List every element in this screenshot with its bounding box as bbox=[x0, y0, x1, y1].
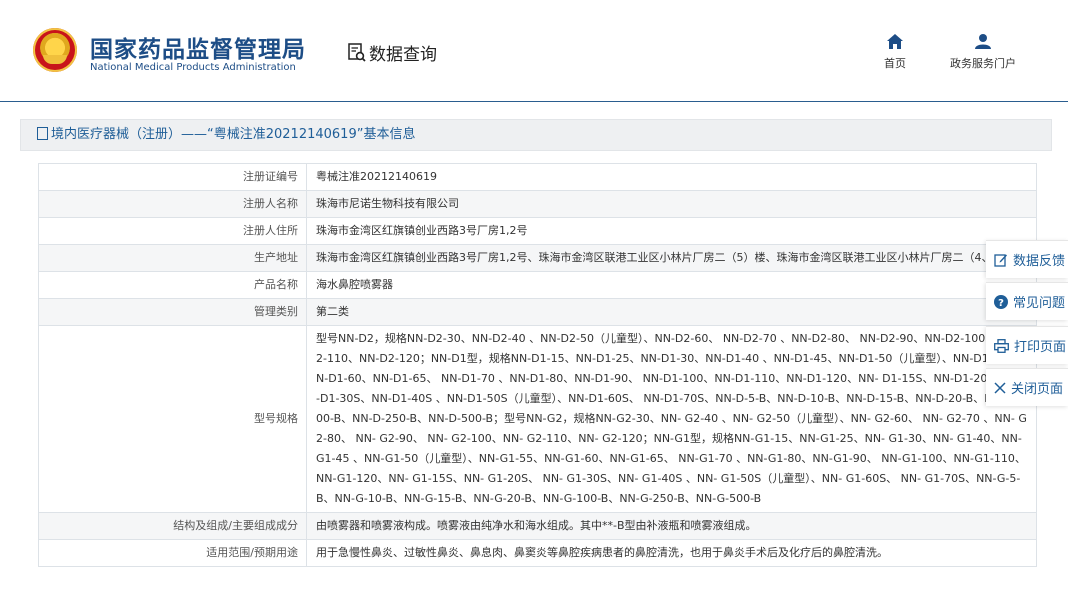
user-icon bbox=[975, 34, 991, 49]
section-label: 数据查询 bbox=[369, 45, 437, 65]
site-header: 国家药品监督管理局 National Medical Products Admi… bbox=[0, 0, 1068, 102]
row-label: 型号规格 bbox=[38, 325, 307, 513]
data-query-icon bbox=[348, 43, 366, 62]
row-label: 注册人住所 bbox=[38, 217, 307, 245]
faq-label: 常见问题 bbox=[1013, 296, 1066, 311]
document-icon bbox=[37, 127, 48, 140]
edit-icon bbox=[994, 253, 1008, 267]
row-value: 第二类 bbox=[306, 298, 1037, 326]
nav-home[interactable]: 首页 bbox=[881, 34, 909, 71]
national-emblem-logo[interactable] bbox=[33, 28, 77, 72]
table-row: 适用范围/预期用途 用于急慢性鼻炎、过敏性鼻炎、鼻息肉、鼻窦炎等鼻腔疾病患者的鼻… bbox=[38, 539, 1037, 567]
section-title: 数据查询 bbox=[348, 40, 437, 65]
table-row: 注册人名称 珠海市尼诺生物科技有限公司 bbox=[38, 190, 1037, 218]
org-name-en[interactable]: National Medical Products Administration bbox=[90, 62, 296, 73]
row-value: 海水鼻腔喷雾器 bbox=[306, 271, 1037, 299]
nav-home-label: 首页 bbox=[884, 57, 906, 70]
svg-text:?: ? bbox=[998, 298, 1004, 309]
row-label: 产品名称 bbox=[38, 271, 307, 299]
table-row: 生产地址 珠海市金湾区红旗镇创业西路3号厂房1,2号、珠海市金湾区联港工业区小林… bbox=[38, 244, 1037, 272]
row-value: 珠海市金湾区红旗镇创业西路3号厂房1,2号、珠海市金湾区联港工业区小林片厂房二（… bbox=[306, 244, 1037, 272]
row-label: 生产地址 bbox=[38, 244, 307, 272]
feedback-button[interactable]: 数据反馈 bbox=[986, 240, 1068, 278]
home-icon bbox=[887, 34, 903, 49]
table-row: 产品名称 海水鼻腔喷雾器 bbox=[38, 271, 1037, 299]
row-value: 珠海市尼诺生物科技有限公司 bbox=[306, 190, 1037, 218]
question-icon: ? bbox=[994, 294, 1008, 309]
table-row: 结构及组成/主要组成成分 由喷雾器和喷雾液构成。喷雾液由纯净水和海水组成。其中*… bbox=[38, 512, 1037, 540]
row-value: 粤械注准20212140619 bbox=[306, 163, 1037, 191]
row-label: 注册人名称 bbox=[38, 190, 307, 218]
row-label: 管理类别 bbox=[38, 298, 307, 326]
page-title-text: 境内医疗器械（注册）——“粤械注准20212140619”基本信息 bbox=[51, 127, 416, 142]
row-value: 珠海市金湾区红旗镇创业西路3号厂房1,2号 bbox=[306, 217, 1037, 245]
row-value: 型号NN-D2，规格NN-D2-30、NN-D2-40 、NN-D2-50（儿童… bbox=[306, 325, 1037, 513]
row-label: 适用范围/预期用途 bbox=[38, 539, 307, 567]
row-label: 注册证编号 bbox=[38, 163, 307, 191]
row-value: 由喷雾器和喷雾液构成。喷雾液由纯净水和海水组成。其中**-B型由补液瓶和喷雾液组… bbox=[306, 512, 1037, 540]
table-row: 型号规格 型号NN-D2，规格NN-D2-30、NN-D2-40 、NN-D2-… bbox=[38, 325, 1037, 513]
close-icon bbox=[994, 381, 1006, 394]
nav-portal-label: 政务服务门户 bbox=[950, 57, 1016, 70]
row-label: 结构及组成/主要组成成分 bbox=[38, 512, 307, 540]
table-row: 注册人住所 珠海市金湾区红旗镇创业西路3号厂房1,2号 bbox=[38, 217, 1037, 245]
page-title: 境内医疗器械（注册）——“粤械注准20212140619”基本信息 bbox=[20, 119, 1052, 151]
row-value: 用于急慢性鼻炎、过敏性鼻炎、鼻息肉、鼻窦炎等鼻腔疾病患者的鼻腔清洗，也用于鼻炎手… bbox=[306, 539, 1037, 567]
print-icon bbox=[994, 338, 1009, 353]
feedback-label: 数据反馈 bbox=[1013, 254, 1066, 269]
org-name-cn[interactable]: 国家药品监督管理局 bbox=[90, 30, 306, 64]
faq-button[interactable]: ? 常见问题 bbox=[986, 282, 1068, 320]
print-label: 打印页面 bbox=[1014, 340, 1067, 355]
close-page-label: 关闭页面 bbox=[1011, 382, 1064, 397]
close-page-button[interactable]: 关闭页面 bbox=[986, 368, 1068, 406]
print-button[interactable]: 打印页面 bbox=[986, 326, 1068, 364]
table-row: 管理类别 第二类 bbox=[38, 298, 1037, 326]
nav-service-portal[interactable]: 政务服务门户 bbox=[943, 34, 1023, 71]
table-row: 注册证编号 粤械注准20212140619 bbox=[38, 163, 1037, 191]
device-info-table: 注册证编号 粤械注准20212140619 注册人名称 珠海市尼诺生物科技有限公… bbox=[38, 163, 1037, 567]
